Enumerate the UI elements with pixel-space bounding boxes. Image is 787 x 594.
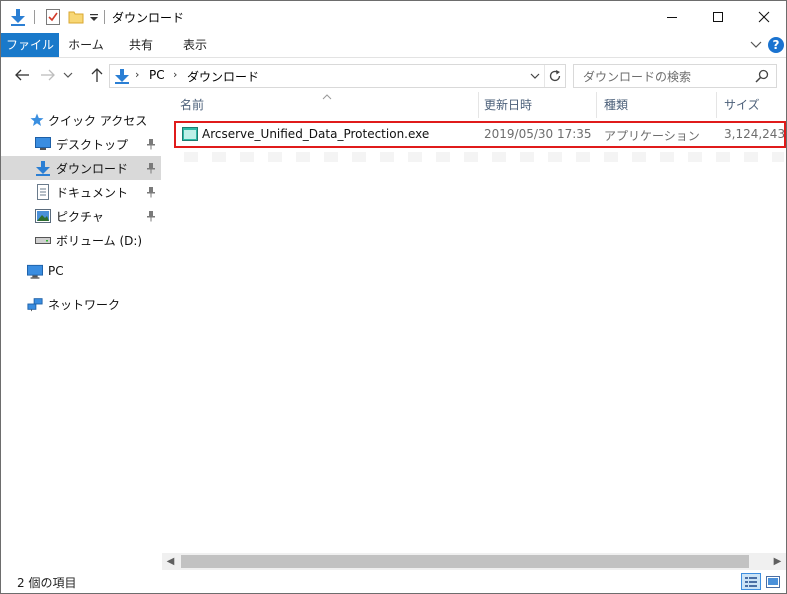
item-count: 2 個の項目 bbox=[17, 576, 77, 590]
file-modified: 2019/05/30 17:35 bbox=[484, 127, 592, 141]
pin-icon[interactable] bbox=[145, 136, 157, 152]
pc-icon bbox=[27, 264, 43, 280]
tab-view[interactable]: 表示 bbox=[173, 33, 217, 57]
sidebar-item-desktop[interactable]: デスクトップ bbox=[1, 132, 161, 156]
title-bar: ダウンロード bbox=[1, 1, 786, 33]
file-size: 3,124,243 K bbox=[724, 127, 786, 141]
horizontal-scrollbar[interactable]: ◀ ▶ bbox=[162, 553, 786, 570]
refresh-button[interactable] bbox=[544, 65, 565, 87]
desktop-icon bbox=[35, 136, 51, 152]
sidebar-item-quick-access[interactable]: クイック アクセス bbox=[1, 108, 161, 132]
column-header-type[interactable]: 種類 bbox=[604, 92, 628, 118]
navigation-row: › PC › ダウンロード ダウンロードの検索 bbox=[1, 58, 786, 92]
download-icon bbox=[35, 160, 51, 176]
pin-icon[interactable] bbox=[145, 184, 157, 200]
obscured-file-row bbox=[184, 152, 784, 162]
tab-share[interactable]: 共有 bbox=[119, 33, 163, 57]
breadcrumb-downloads[interactable]: ダウンロード bbox=[187, 68, 259, 85]
address-bar[interactable]: › PC › ダウンロード bbox=[109, 64, 566, 88]
large-icons-view-icon bbox=[766, 575, 780, 588]
sidebar-item-label: ネットワーク bbox=[48, 298, 121, 312]
status-bar: 2 個の項目 bbox=[1, 570, 786, 593]
sidebar-item-downloads[interactable]: ダウンロード bbox=[1, 156, 161, 180]
file-list: 名前 更新日時 種類 サイズ Arcserve_Unified_Data_Pro… bbox=[162, 92, 786, 570]
sort-ascending-icon bbox=[322, 90, 332, 100]
search-input[interactable]: ダウンロードの検索 bbox=[573, 64, 777, 88]
network-icon bbox=[27, 296, 43, 312]
file-row[interactable]: Arcserve_Unified_Data_Protection.exe 201… bbox=[174, 121, 786, 148]
scroll-left-icon[interactable]: ◀ bbox=[162, 553, 179, 570]
recent-locations-button[interactable] bbox=[61, 65, 75, 85]
sidebar-item-label: クイック アクセス bbox=[48, 114, 148, 128]
sidebar-item-label: デスクトップ bbox=[56, 138, 129, 152]
maximize-button[interactable] bbox=[695, 1, 741, 33]
application-icon bbox=[182, 126, 198, 142]
sidebar-item-volume-d[interactable]: ボリューム (D:) bbox=[1, 228, 161, 252]
column-divider[interactable] bbox=[596, 92, 597, 118]
file-type: アプリケーション bbox=[604, 129, 700, 143]
scrollbar-thumb[interactable] bbox=[181, 555, 749, 568]
sidebar-item-network[interactable]: ネットワーク bbox=[1, 292, 161, 316]
address-history-button[interactable] bbox=[526, 65, 544, 87]
details-view-button[interactable] bbox=[741, 573, 761, 590]
pin-icon[interactable] bbox=[145, 208, 157, 224]
column-divider[interactable] bbox=[716, 92, 717, 118]
forward-arrow-icon bbox=[41, 69, 55, 81]
maximize-icon bbox=[713, 12, 723, 22]
download-location-icon bbox=[114, 67, 130, 85]
large-icons-view-button[interactable] bbox=[763, 573, 783, 590]
explorer-window: ダウンロード ファイル ホーム 共有 表示 ? › PC › ダウンロード ダウ… bbox=[0, 0, 787, 594]
window-title: ダウンロード bbox=[112, 11, 185, 25]
minimize-icon bbox=[667, 17, 677, 18]
navigation-pane: クイック アクセス デスクトップ ダウンロード ドキュメント ピクチャ ボリュー… bbox=[1, 92, 161, 570]
sidebar-item-label: ボリューム (D:) bbox=[56, 234, 143, 248]
column-header-modified[interactable]: 更新日時 bbox=[484, 92, 532, 118]
chevron-down-icon bbox=[63, 72, 73, 78]
documents-icon bbox=[35, 184, 51, 200]
drive-icon bbox=[35, 232, 51, 248]
ribbon-tabs: ファイル ホーム 共有 表示 ? bbox=[1, 33, 786, 58]
expand-ribbon-icon[interactable] bbox=[749, 36, 763, 54]
title-separator-2 bbox=[104, 10, 105, 24]
help-icon[interactable]: ? bbox=[768, 37, 784, 53]
sidebar-item-label: PC bbox=[48, 264, 64, 278]
scroll-right-icon[interactable]: ▶ bbox=[769, 553, 786, 570]
download-folder-icon bbox=[9, 8, 27, 26]
new-folder-icon[interactable] bbox=[67, 8, 85, 26]
forward-button[interactable] bbox=[38, 65, 58, 85]
file-name: Arcserve_Unified_Data_Protection.exe bbox=[202, 127, 430, 141]
sidebar-item-label: ピクチャ bbox=[56, 210, 104, 224]
back-arrow-icon bbox=[15, 69, 29, 81]
refresh-icon bbox=[549, 70, 561, 82]
title-separator bbox=[34, 10, 35, 24]
column-divider[interactable] bbox=[478, 92, 479, 118]
chevron-down-icon bbox=[530, 73, 540, 79]
customize-qat-icon[interactable] bbox=[88, 8, 100, 26]
sidebar-item-documents[interactable]: ドキュメント bbox=[1, 180, 161, 204]
breadcrumb-pc[interactable]: PC bbox=[149, 68, 165, 82]
pin-icon[interactable] bbox=[145, 160, 157, 176]
back-button[interactable] bbox=[12, 65, 32, 85]
column-header-name[interactable]: 名前 bbox=[180, 92, 204, 118]
search-placeholder: ダウンロードの検索 bbox=[583, 70, 692, 84]
search-icon[interactable] bbox=[754, 68, 770, 84]
breadcrumb-chevron-icon[interactable]: › bbox=[173, 68, 177, 81]
minimize-button[interactable] bbox=[649, 1, 695, 33]
close-icon bbox=[758, 11, 770, 23]
breadcrumb-chevron-icon[interactable]: › bbox=[135, 68, 139, 81]
star-icon bbox=[29, 112, 45, 128]
pictures-icon bbox=[35, 208, 51, 224]
sidebar-item-pictures[interactable]: ピクチャ bbox=[1, 204, 161, 228]
close-button[interactable] bbox=[741, 1, 786, 33]
up-button[interactable] bbox=[87, 65, 107, 85]
properties-icon[interactable] bbox=[44, 8, 62, 26]
tab-home[interactable]: ホーム bbox=[63, 33, 109, 57]
sidebar-item-label: ダウンロード bbox=[56, 162, 129, 176]
sidebar-item-pc[interactable]: PC bbox=[1, 260, 161, 284]
up-arrow-icon bbox=[91, 68, 103, 82]
details-view-icon bbox=[745, 576, 757, 587]
tab-file[interactable]: ファイル bbox=[1, 33, 59, 57]
sidebar-item-label: ドキュメント bbox=[56, 186, 129, 200]
column-header-size[interactable]: サイズ bbox=[724, 92, 760, 118]
